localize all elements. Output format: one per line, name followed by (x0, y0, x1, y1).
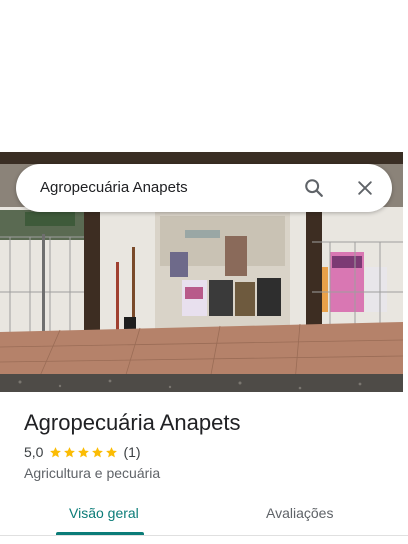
star-icon (64, 446, 76, 457)
search-button[interactable] (298, 172, 330, 204)
search-icon (305, 179, 323, 197)
star-icon (50, 446, 62, 457)
rating-stars (49, 446, 119, 459)
blank-map-area (0, 0, 408, 152)
close-button[interactable] (349, 172, 381, 204)
star-icon (78, 446, 90, 457)
star-icon (92, 446, 104, 457)
rating-value: 5,0 (24, 444, 44, 460)
rating-row[interactable]: 5,0 (1) (24, 444, 141, 460)
tabs-divider (0, 535, 408, 536)
tab-overview[interactable]: Visão geral (69, 505, 139, 521)
search-bar[interactable]: Agropecuária Anapets (16, 164, 392, 212)
search-input[interactable]: Agropecuária Anapets (40, 179, 188, 196)
review-count[interactable]: (1) (123, 444, 140, 460)
close-icon (358, 181, 372, 195)
tab-reviews[interactable]: Avaliações (266, 505, 333, 521)
place-title: Agropecuária Anapets (24, 410, 241, 435)
place-category[interactable]: Agricultura e pecuária (24, 465, 160, 481)
star-icon (106, 446, 118, 457)
